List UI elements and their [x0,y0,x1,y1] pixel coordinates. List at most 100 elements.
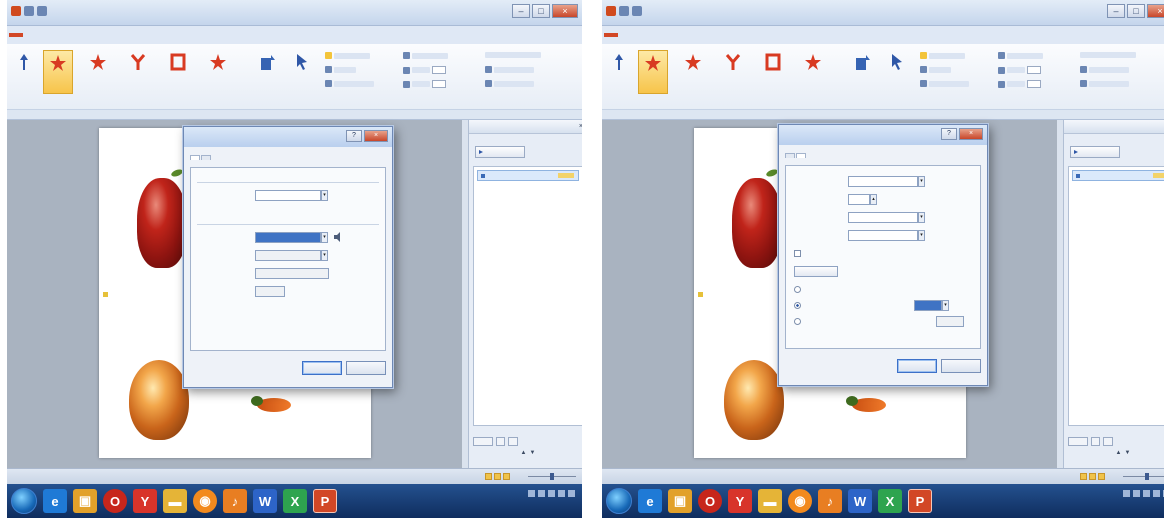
maximize-button[interactable]: □ [1127,4,1145,18]
apple-image[interactable] [732,178,782,268]
radio-start-on-bookmark[interactable] [794,318,804,325]
seconds-dropdown[interactable] [1068,437,1088,446]
word-icon[interactable]: W [848,489,872,513]
ribbon-delay-row[interactable] [403,80,446,88]
maximize-button[interactable]: □ [532,4,550,18]
opera-icon[interactable]: O [103,489,127,513]
ribbon-duration-row[interactable] [403,66,446,74]
yandex-icon[interactable]: Y [728,489,752,513]
quick-access-toolbar[interactable] [11,6,47,16]
delay-percent-input[interactable] [255,286,285,297]
ribbon-move-earlier[interactable] [485,66,534,73]
zoom-slider[interactable] [1111,473,1164,480]
view-buttons[interactable] [485,473,510,480]
excel-icon[interactable]: X [878,489,902,513]
ribbon-button-animation-1[interactable] [638,50,668,94]
onion-image[interactable] [724,360,784,440]
opera-icon[interactable]: O [698,489,722,513]
triggers-button[interactable] [794,266,838,277]
close-button[interactable]: × [1147,4,1164,18]
radio-click-sequence[interactable] [794,286,804,293]
ribbon-button-animation-2[interactable] [83,50,113,94]
ribbon-button-animation-5[interactable] [203,50,233,94]
ribbon-duration-row[interactable] [998,66,1041,74]
ribbon-move-later[interactable] [1080,80,1129,87]
sound-select[interactable] [255,232,321,243]
ribbon-start-row[interactable] [998,52,1043,59]
ribbon-button-animation-3[interactable] [718,50,748,94]
delay-input[interactable] [848,194,870,205]
apple-image[interactable] [137,178,187,268]
repeat-dropdown[interactable]: ▾ [918,230,925,241]
ribbon-painter-btn[interactable] [920,80,969,87]
ribbon-button-effect-options[interactable] [848,50,878,94]
tab-file[interactable] [604,33,618,37]
zoom-out-button[interactable] [1103,437,1114,446]
start-icon[interactable] [11,488,37,514]
chrome-icon[interactable]: ◉ [193,489,217,513]
ribbon-trigger-btn[interactable] [920,66,951,73]
ribbon-button-animation-4[interactable] [758,50,788,94]
tab-timing[interactable] [796,153,806,158]
ribbon-button-add-animation[interactable] [287,50,317,94]
rewind-checkbox[interactable] [794,250,804,257]
pane-close-icon[interactable]: × [579,123,582,130]
ribbon-button-animation-3[interactable] [123,50,153,94]
ribbon-move-earlier[interactable] [1080,66,1129,73]
ribbon-button-preview[interactable] [604,50,634,94]
word-icon[interactable]: W [253,489,277,513]
ie-icon[interactable]: e [43,489,67,513]
tab-timing[interactable] [201,155,211,160]
seconds-dropdown[interactable] [473,437,493,446]
repeat-select[interactable] [848,230,918,241]
ribbon-button-preview[interactable] [9,50,39,94]
tab-file[interactable] [9,33,23,37]
ribbon-animation-pane-btn[interactable] [325,52,370,59]
ribbon-button-animation-5[interactable] [798,50,828,94]
dialog-close-button[interactable]: × [364,130,388,142]
zoom-slider[interactable] [516,473,576,480]
help-button[interactable]: ? [941,128,957,140]
play-button[interactable] [1070,146,1120,158]
ribbon-button-animation-4[interactable] [163,50,193,94]
cancel-button[interactable] [941,359,981,373]
animation-list-item[interactable] [1072,170,1164,181]
animation-marker[interactable] [698,292,703,297]
ie-icon[interactable]: e [638,489,662,513]
move-up-icon[interactable]: ▲ [1116,450,1122,456]
cancel-button[interactable] [346,361,386,375]
folder-icon[interactable]: ▬ [758,489,782,513]
ribbon-animation-pane-btn[interactable] [920,52,965,59]
media-icon[interactable]: ♪ [223,489,247,513]
dialog-close-button[interactable]: × [959,128,983,140]
help-button[interactable]: ? [346,130,362,142]
radio-start-on-click[interactable] [794,302,804,309]
zoom-in-button[interactable] [1090,437,1101,446]
ok-button[interactable] [302,361,342,375]
quick-access-toolbar[interactable] [606,6,642,16]
ribbon-start-row[interactable] [403,52,448,59]
close-button[interactable]: × [552,4,578,18]
duration-dropdown[interactable]: ▾ [918,212,925,223]
trigger-object-dropdown[interactable]: ▾ [942,300,949,311]
zoom-in-button[interactable] [495,437,506,446]
yandex-icon[interactable]: Y [133,489,157,513]
chrome-icon[interactable]: ◉ [788,489,812,513]
animation-list-item[interactable] [477,170,579,181]
start-select[interactable] [848,176,918,187]
duration-select[interactable] [848,212,918,223]
ribbon-move-later[interactable] [485,80,534,87]
media-icon[interactable]: ♪ [818,489,842,513]
onion-image[interactable] [129,360,189,440]
powerpoint-icon[interactable]: P [313,489,337,513]
trigger-object-select[interactable] [914,300,942,311]
play-button[interactable] [475,146,525,158]
delay-spinner[interactable]: ▴ [870,194,877,205]
sound-dropdown[interactable]: ▾ [321,232,328,243]
bookmark-select[interactable] [936,316,964,327]
move-up-icon[interactable]: ▲ [521,450,527,456]
move-down-icon[interactable]: ▼ [1125,450,1131,456]
excel-icon[interactable]: X [283,489,307,513]
explorer-icon[interactable]: ▣ [73,489,97,513]
animation-marker[interactable] [103,292,108,297]
